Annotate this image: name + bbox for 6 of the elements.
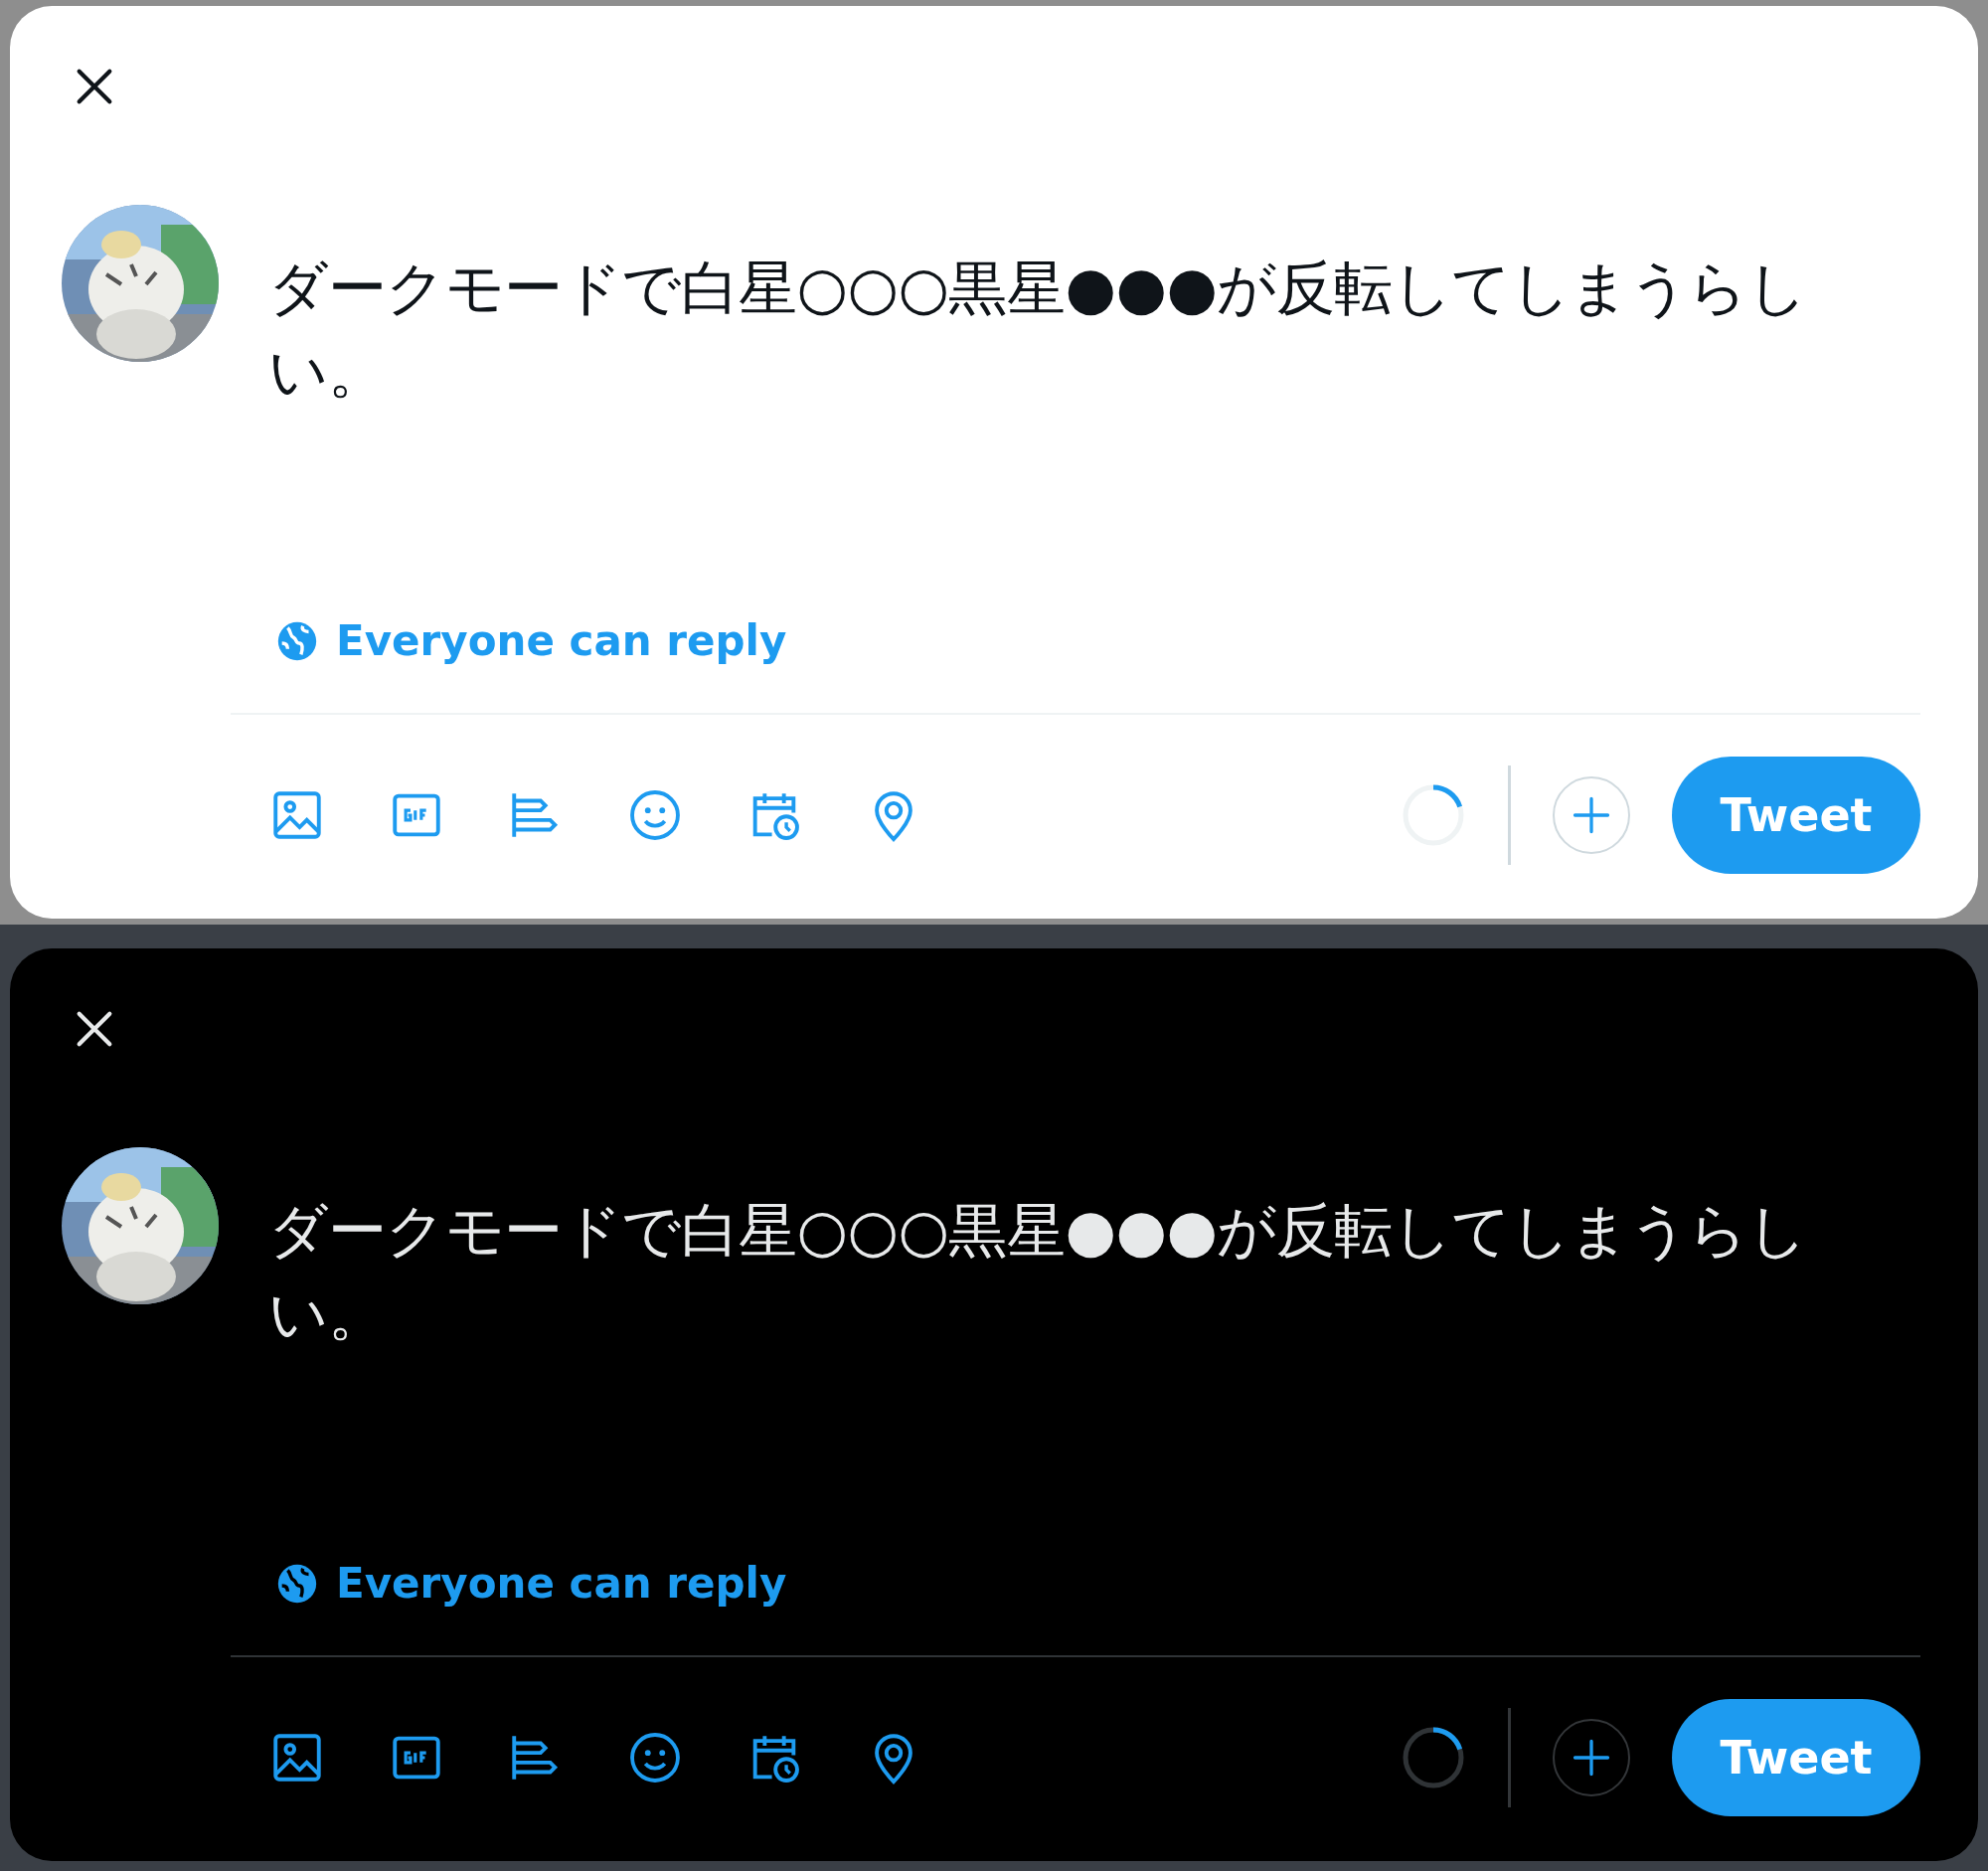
tweet-input[interactable]: ダークモードで白星○○○黒星●●●が反転してしまうらしい。 (268, 247, 1920, 616)
add-tweet-button[interactable] (1553, 1719, 1630, 1796)
character-counter (1401, 1725, 1466, 1790)
character-counter (1401, 782, 1466, 848)
reply-setting-link[interactable]: Everyone can reply (268, 1559, 787, 1608)
tweet-input[interactable]: ダークモードで白星○○○黒星●●●が反転してしまうらしい。 (268, 1189, 1920, 1559)
